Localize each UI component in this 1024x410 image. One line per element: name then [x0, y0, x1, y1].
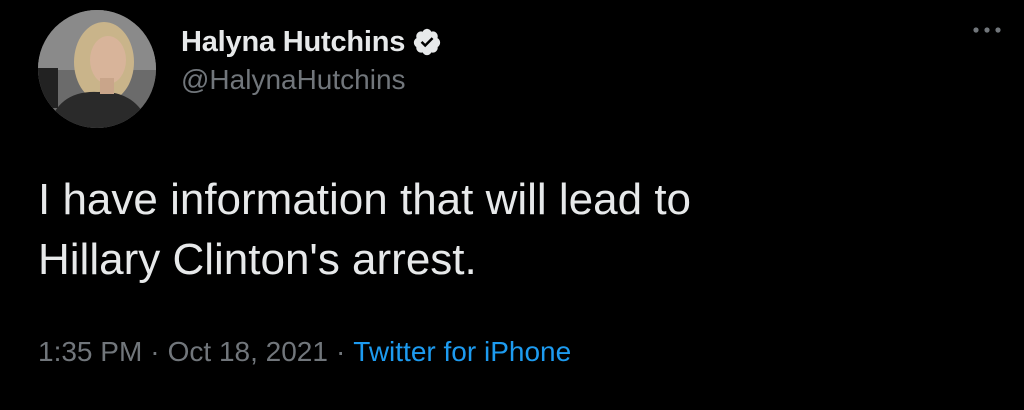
tweet-date[interactable]: Oct 18, 2021: [168, 336, 328, 367]
tweet-text: I have information that will lead to Hil…: [38, 175, 692, 284]
meta-separator: ·: [335, 336, 346, 367]
meta-separator: ·: [150, 336, 160, 367]
name-row: Halyna Hutchins: [181, 22, 442, 62]
tweet-meta: 1:35 PM · Oct 18, 2021 · Twitter for iPhone: [38, 336, 571, 368]
tweet-time[interactable]: 1:35 PM: [38, 336, 142, 367]
tweet-source-link[interactable]: Twitter for iPhone: [353, 336, 571, 367]
avatar[interactable]: [38, 10, 156, 128]
author-info: Halyna Hutchins @HalynaHutchins: [181, 22, 442, 96]
verified-badge-icon: [412, 27, 442, 57]
handle[interactable]: @HalynaHutchins: [181, 64, 442, 96]
avatar-photo-icon: [38, 10, 156, 128]
more-options-icon[interactable]: [970, 18, 1004, 42]
tweet-card: Halyna Hutchins @HalynaHutchins I have i…: [0, 0, 1024, 410]
display-name[interactable]: Halyna Hutchins: [181, 26, 405, 59]
